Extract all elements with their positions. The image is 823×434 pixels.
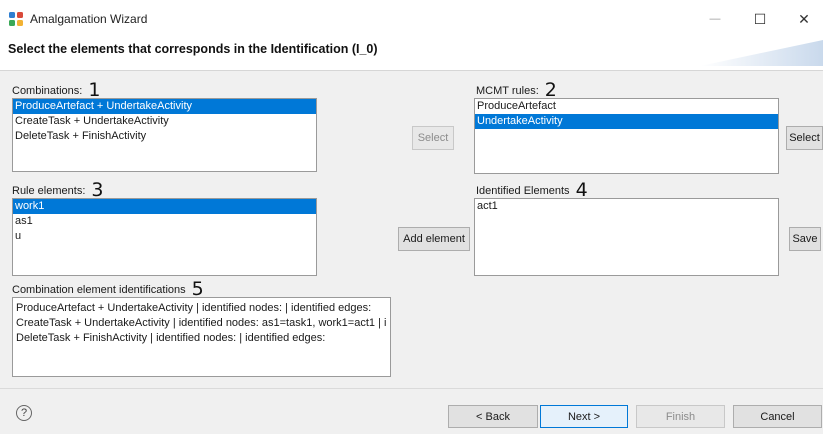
list-item[interactable]: UndertakeActivity — [475, 114, 778, 129]
finish-button[interactable]: Finish — [636, 405, 725, 428]
app-logo-icon — [9, 12, 23, 26]
add-element-button[interactable]: Add element — [398, 227, 470, 251]
identification-line: CreateTask + UndertakeActivity | identif… — [16, 317, 387, 329]
select-rule-button[interactable]: Select — [786, 126, 823, 150]
combination-identifications-textarea[interactable]: ProduceArtefact + UndertakeActivity | id… — [12, 297, 391, 377]
list-item[interactable]: CreateTask + UndertakeActivity — [13, 114, 316, 129]
cancel-button[interactable]: Cancel — [733, 405, 822, 428]
page-title: Select the elements that corresponds in … — [8, 42, 378, 56]
list-item[interactable]: ProduceArtefact + UndertakeActivity — [13, 99, 316, 114]
list-item[interactable]: work1 — [13, 199, 316, 214]
mcmt-rules-label-text: MCMT rules: — [476, 85, 539, 97]
minimize-icon: — — [709, 13, 721, 25]
save-button[interactable]: Save — [789, 227, 821, 251]
mcmt-rules-list[interactable]: ProduceArtefact UndertakeActivity — [474, 98, 779, 174]
minimize-button[interactable]: — — [695, 6, 735, 32]
maximize-icon: ☐ — [753, 10, 767, 27]
identified-elements-list[interactable]: act1 — [474, 198, 779, 276]
combination-identifications-label-text: Combination element identifications — [12, 284, 186, 296]
help-icon[interactable]: ? — [16, 405, 32, 421]
next-button[interactable]: Next > — [540, 405, 628, 428]
close-icon: ✕ — [798, 10, 810, 27]
identification-line: ProduceArtefact + UndertakeActivity | id… — [16, 302, 372, 314]
combinations-list[interactable]: ProduceArtefact + UndertakeActivity Creat… — [12, 98, 317, 172]
banner-decoration — [700, 40, 823, 66]
identified-elements-label-text: Identified Elements — [476, 185, 570, 197]
back-button[interactable]: < Back — [448, 405, 538, 428]
list-item[interactable]: ProduceArtefact — [475, 99, 778, 114]
select-combination-button[interactable]: Select — [412, 126, 454, 150]
window-title: Amalgamation Wizard — [30, 12, 148, 26]
list-item[interactable]: u — [13, 229, 316, 244]
rule-elements-list[interactable]: work1 as1 u — [12, 198, 317, 276]
combinations-label-text: Combinations: — [12, 85, 83, 97]
list-item[interactable]: as1 — [13, 214, 316, 229]
close-button[interactable]: ✕ — [784, 6, 823, 32]
maximize-button[interactable]: ☐ — [740, 6, 780, 32]
list-item[interactable]: act1 — [475, 199, 778, 214]
list-item[interactable]: DeleteTask + FinishActivity — [13, 129, 316, 144]
rule-elements-label-text: Rule elements: — [12, 185, 86, 197]
identification-line: DeleteTask + FinishActivity | identified… — [16, 332, 326, 344]
